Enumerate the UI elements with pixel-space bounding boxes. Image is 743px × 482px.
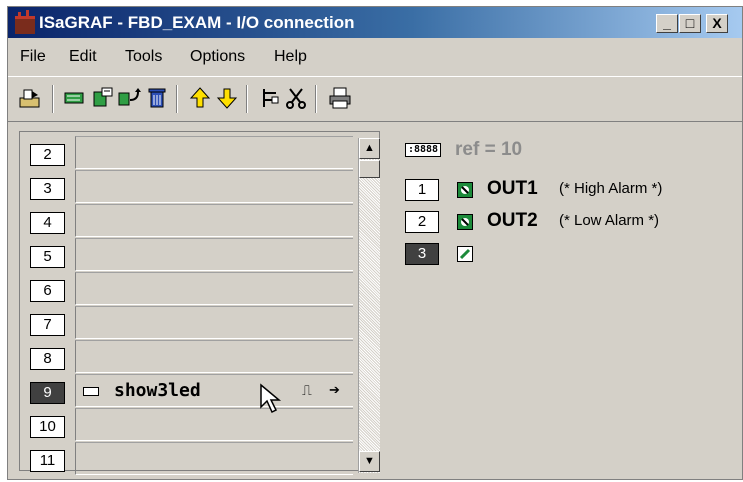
board-row[interactable]: 4 xyxy=(20,204,356,238)
board-number[interactable]: 8 xyxy=(30,348,65,370)
board-slot[interactable] xyxy=(75,272,353,305)
menu-help[interactable]: Help xyxy=(274,48,307,66)
menu-edit[interactable]: Edit xyxy=(69,48,97,66)
open-icon[interactable] xyxy=(18,86,42,110)
delete-icon[interactable] xyxy=(145,86,169,110)
board-list: 2 3 4 5 6 7 8 9 show3led ⎍ ➔ 10 11 xyxy=(19,131,380,475)
io-connection-area: 2 3 4 5 6 7 8 9 show3led ⎍ ➔ 10 11 ▲ ▼:… xyxy=(11,123,739,475)
board-ref-label: ref = 10 xyxy=(455,139,523,160)
toolbar xyxy=(8,76,742,122)
board-row[interactable]: 8 xyxy=(20,340,356,374)
board-number[interactable]: 7 xyxy=(30,314,65,336)
menu-options[interactable]: Options xyxy=(190,48,245,66)
board-slot[interactable] xyxy=(75,170,353,203)
pulse-icon: ⎍ xyxy=(302,382,312,398)
board-number[interactable]: 2 xyxy=(30,144,65,166)
isagraf-app-icon xyxy=(15,10,35,34)
channel-variable-name: OUT2 xyxy=(487,210,538,231)
output-board-icon xyxy=(83,387,99,396)
window-title: ISaGRAF - FBD_EXAM - I/O connection xyxy=(39,13,355,32)
board-slot[interactable] xyxy=(75,408,353,441)
board-ref-icon: :8888 xyxy=(405,143,441,157)
scroll-down-button[interactable]: ▼ xyxy=(359,451,380,472)
scroll-thumb[interactable] xyxy=(359,160,380,178)
mouse-pointer-icon xyxy=(260,383,282,414)
cut-icon[interactable] xyxy=(284,86,308,110)
board-slot[interactable] xyxy=(75,442,353,475)
toolbar-separator xyxy=(52,85,54,113)
board-row[interactable]: 11 xyxy=(20,442,356,476)
board-slot[interactable] xyxy=(75,306,353,339)
channel-number[interactable]: 1 xyxy=(405,179,439,201)
board-slot[interactable] xyxy=(75,136,353,169)
board-number[interactable]: 10 xyxy=(30,416,65,438)
board-number[interactable]: 6 xyxy=(30,280,65,302)
menu-bar: File Edit Tools Options Help xyxy=(8,38,742,73)
arrow-right-icon: ➔ xyxy=(329,382,340,397)
toolbar-separator xyxy=(176,85,178,113)
board-row[interactable]: 2 xyxy=(20,136,356,170)
title-bar[interactable]: ISaGRAF - FBD_EXAM - I/O connection _ □ … xyxy=(8,7,742,38)
io-channel-panel: :8888 ref = 10 1 OUT1 (* High Alarm *) 2 xyxy=(393,123,739,475)
menu-tools[interactable]: Tools xyxy=(125,48,162,66)
board-number[interactable]: 3 xyxy=(30,178,65,200)
app-window: ISaGRAF - FBD_EXAM - I/O connection _ □ … xyxy=(7,6,743,480)
toolbar-separator xyxy=(246,85,248,113)
scroll-up-button[interactable]: ▲ xyxy=(359,138,380,159)
channel-comment: (* High Alarm *) xyxy=(559,180,663,197)
board-slot[interactable] xyxy=(75,204,353,237)
board-number[interactable]: 11 xyxy=(30,450,65,472)
board-row[interactable]: 3 xyxy=(20,170,356,204)
connect-icon[interactable] xyxy=(64,86,88,110)
board-row[interactable]: 5 xyxy=(20,238,356,272)
maximize-button[interactable]: □ xyxy=(679,14,701,33)
refresh-icon[interactable] xyxy=(118,86,142,110)
print-icon[interactable] xyxy=(328,86,352,110)
channel-comment: (* Low Alarm *) xyxy=(559,212,660,229)
board-variable-name: show3led xyxy=(114,380,201,401)
channel-variable-name: OUT1 xyxy=(487,178,538,199)
board-slot[interactable] xyxy=(75,238,353,271)
disconnect-icon[interactable] xyxy=(92,86,116,110)
board-row[interactable]: 10 xyxy=(20,408,356,442)
board-row[interactable]: 6 xyxy=(20,272,356,306)
board-row-selected[interactable]: 9 show3led ⎍ ➔ xyxy=(20,374,356,408)
channel-number[interactable]: 3 xyxy=(405,243,439,265)
vertical-scrollbar[interactable]: ▲ ▼ xyxy=(358,138,380,473)
board-number[interactable]: 5 xyxy=(30,246,65,268)
close-button[interactable]: X xyxy=(706,14,728,33)
move-up-icon[interactable] xyxy=(188,86,212,110)
empty-channel-icon xyxy=(457,246,473,262)
boolean-output-icon xyxy=(457,214,473,230)
board-slot[interactable] xyxy=(75,340,353,373)
tree-icon[interactable] xyxy=(258,86,282,110)
toolbar-separator xyxy=(315,85,317,113)
boolean-output-icon xyxy=(457,182,473,198)
board-slot[interactable]: show3led ⎍ ➔ xyxy=(75,374,353,407)
board-number[interactable]: 4 xyxy=(30,212,65,234)
board-number[interactable]: 9 xyxy=(30,382,65,404)
board-row[interactable]: 7 xyxy=(20,306,356,340)
move-down-icon[interactable] xyxy=(215,86,239,110)
channel-number[interactable]: 2 xyxy=(405,211,439,233)
menu-file[interactable]: File xyxy=(20,48,46,66)
minimize-button[interactable]: _ xyxy=(656,14,678,33)
